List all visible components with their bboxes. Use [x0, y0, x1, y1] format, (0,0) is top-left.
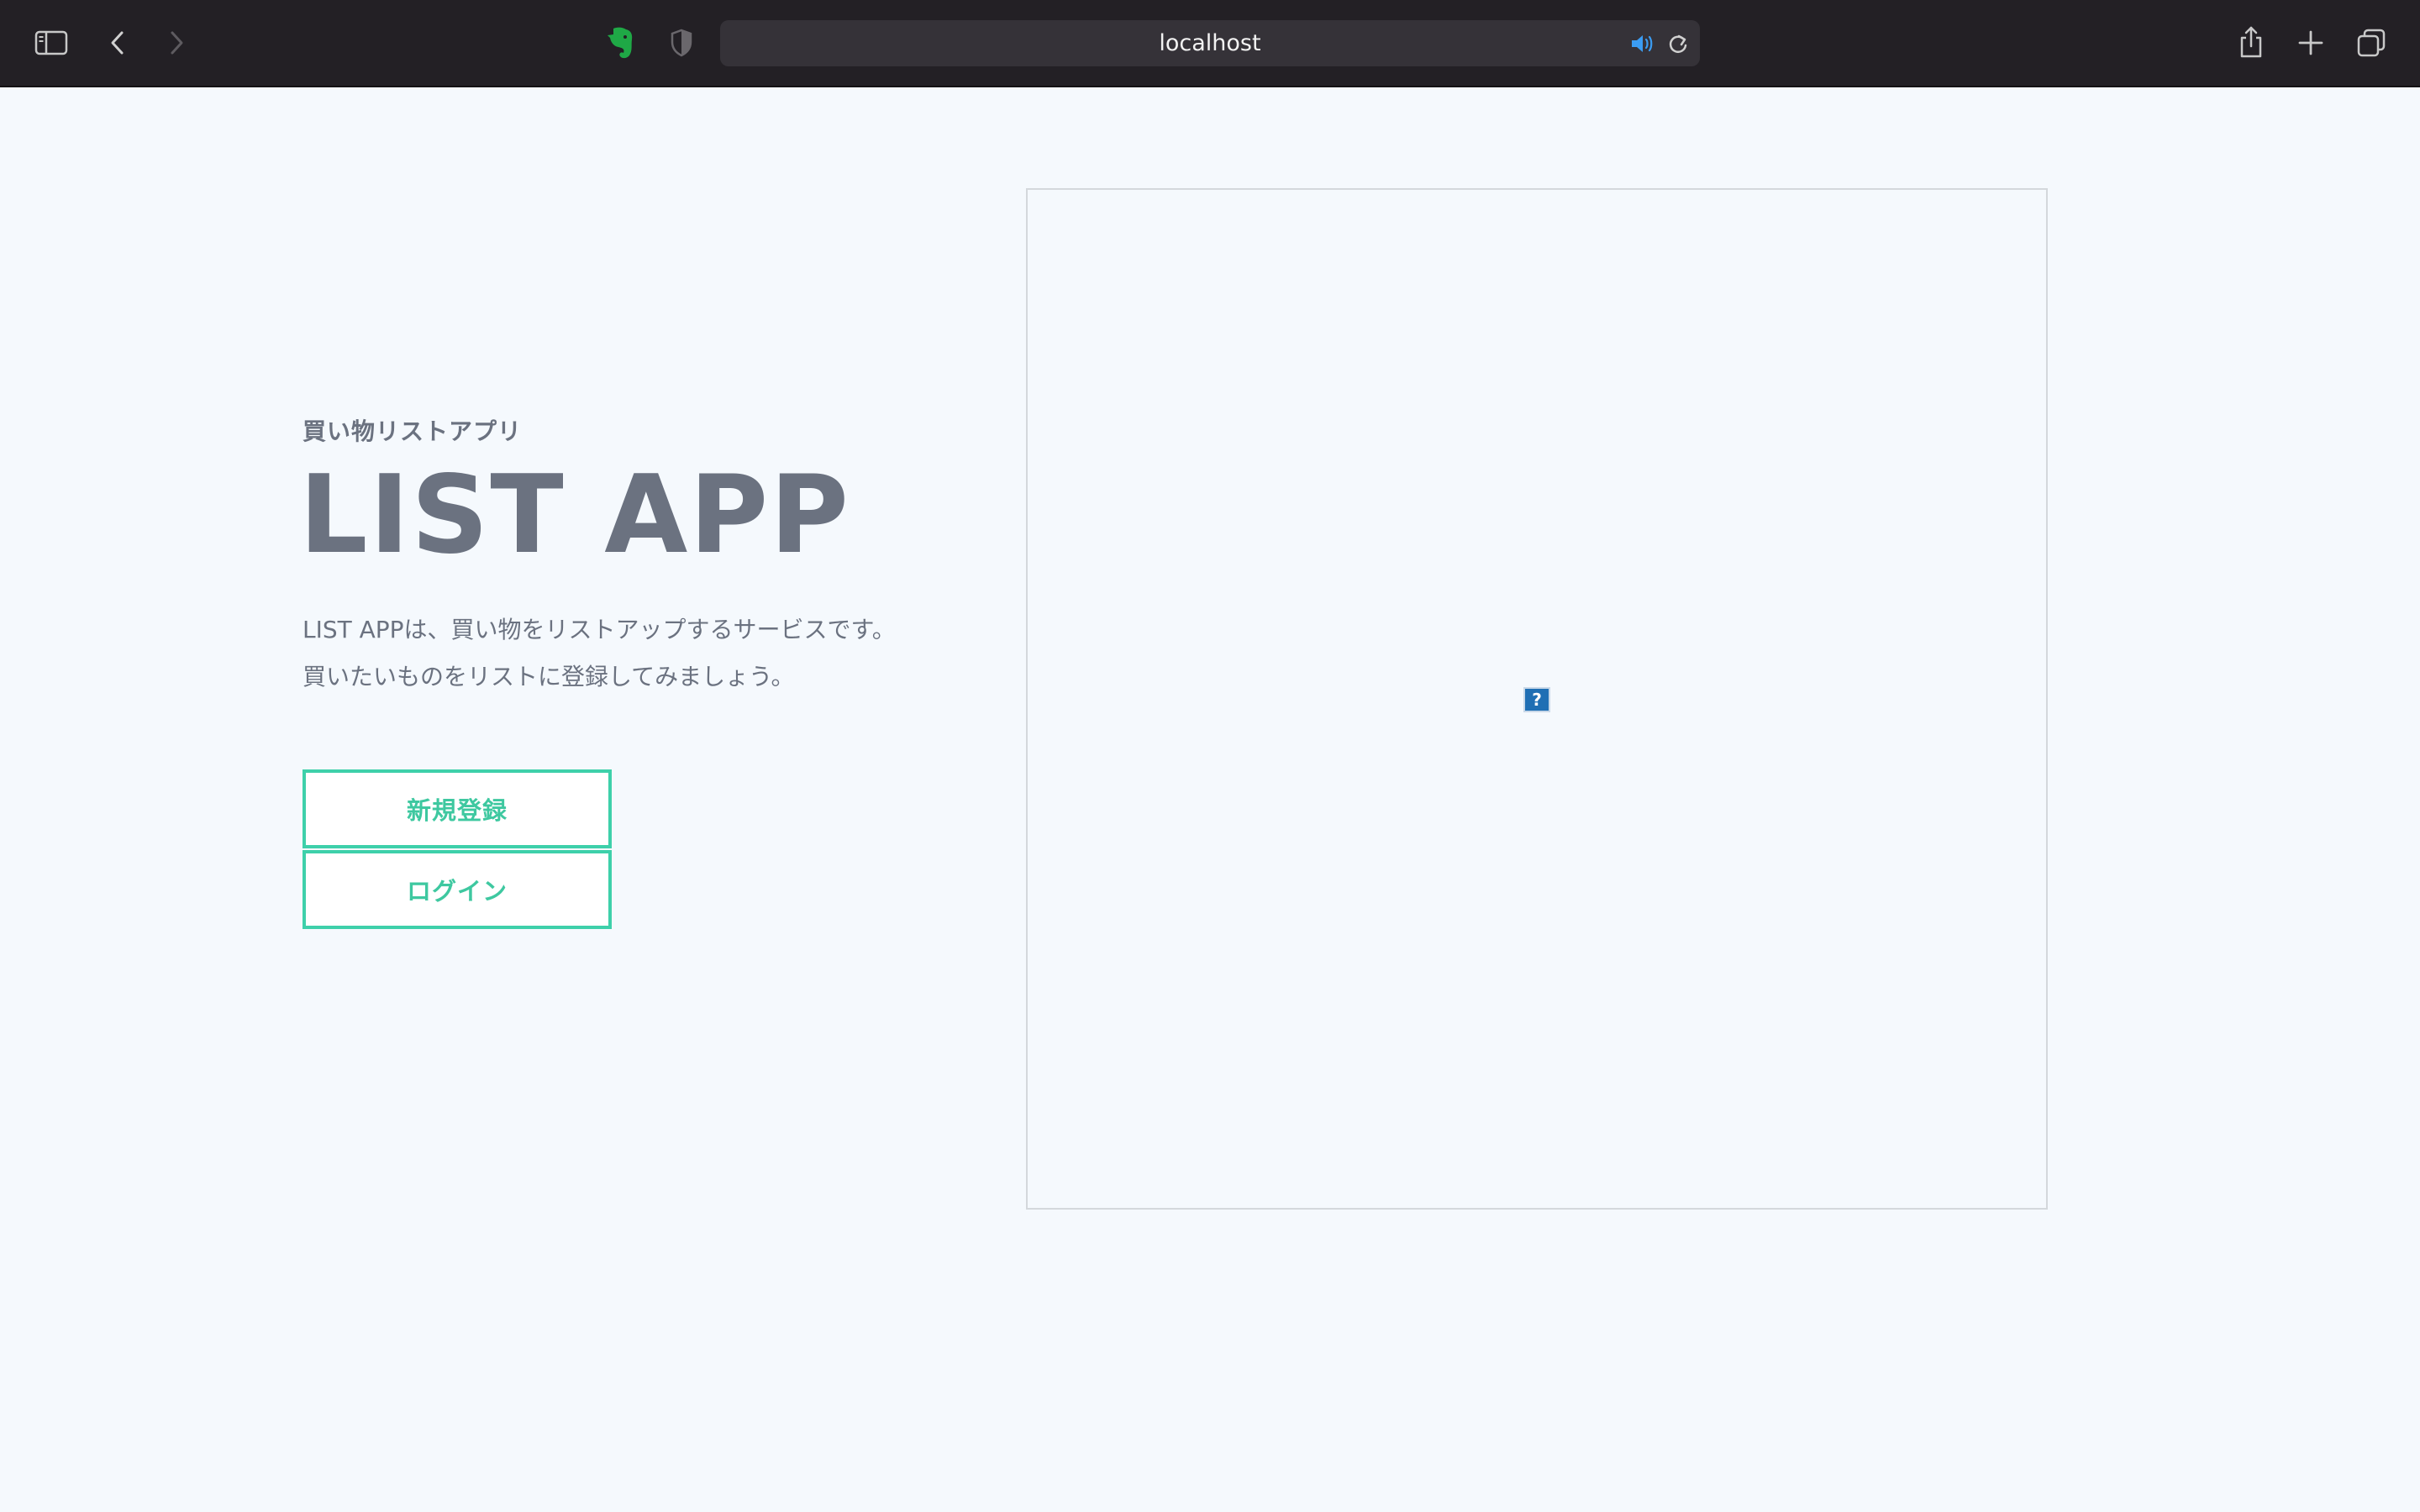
address-bar[interactable]: localhost	[720, 20, 1700, 66]
shield-icon[interactable]	[667, 25, 696, 60]
hero-image: ?	[1026, 188, 2048, 1210]
reload-icon[interactable]	[1665, 30, 1691, 57]
evernote-icon[interactable]	[603, 24, 639, 62]
url-text[interactable]: localhost	[720, 20, 1700, 66]
sidebar-icon[interactable]	[32, 25, 71, 60]
plus-icon[interactable]	[2294, 25, 2328, 60]
tab-overview-icon[interactable]	[2354, 25, 2388, 60]
share-icon[interactable]	[2235, 22, 2267, 62]
description-line-1: LIST APPは、買い物をリストアップするサービスです。	[302, 616, 896, 643]
description-line-2: 買いたいものをリストに登録してみましょう。	[302, 663, 795, 690]
login-button[interactable]: ログイン	[302, 850, 612, 929]
speaker-icon[interactable]	[1628, 30, 1656, 57]
chevron-right-icon[interactable]	[163, 25, 190, 60]
browser-toolbar: localhost	[0, 0, 2420, 87]
page-content: 買い物リストアプリ LIST APP LIST APPは、買い物をリストアップす…	[0, 87, 2420, 1512]
page-title: LIST APP	[299, 453, 850, 578]
chevron-left-icon[interactable]	[104, 25, 131, 60]
register-button[interactable]: 新規登録	[302, 769, 612, 848]
broken-image-icon: ?	[1523, 687, 1550, 712]
